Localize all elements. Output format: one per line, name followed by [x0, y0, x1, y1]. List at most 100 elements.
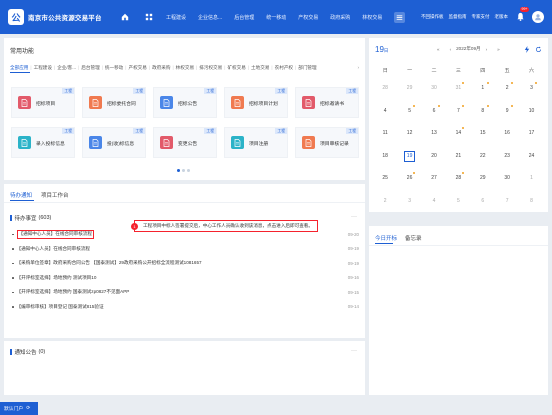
calendar-day-cell[interactable]: 17 [519, 125, 543, 148]
todo-text[interactable]: 【采购单位签章】政府采购合同公告 【国泰测试】29政府采购公开招标全流程测试10… [17, 260, 202, 266]
menu-icon[interactable] [394, 11, 406, 23]
calendar-day-cell[interactable]: 18 [373, 148, 397, 171]
nav-mobile[interactable]: 统一移动 [266, 14, 286, 21]
calendar-day-cell[interactable]: 1 [471, 80, 495, 103]
nav-backend[interactable]: 后台管理 [234, 14, 254, 21]
month-label[interactable]: 2022年09月 [456, 46, 481, 52]
calendar-day-cell[interactable]: 2 [495, 80, 519, 103]
calendar-day-cell[interactable]: 8 [519, 193, 543, 216]
todo-item[interactable]: 【通知中心人员】在线合同审核流程 09-19 [10, 242, 359, 257]
todo-item[interactable]: 【采购单位签章】政府采购合同公告 【国泰测试】29政府采购公开招标全流程测试10… [10, 256, 359, 271]
tab-memo[interactable]: 备忘录 [405, 234, 422, 242]
tab-today-bids[interactable]: 今日开标 [375, 234, 397, 242]
function-card[interactable]: 工程 项目注册 [224, 127, 288, 158]
calendar-day-cell[interactable]: 6 [422, 103, 446, 126]
cat-tab[interactable]: 林权交易 [176, 65, 194, 71]
cat-tab[interactable]: 后台管理 [81, 65, 99, 71]
calendar-day-cell[interactable]: 21 [446, 148, 470, 171]
function-card[interactable]: 工程 招标项目计划 [224, 87, 288, 118]
nav-forest[interactable]: 林权交易 [362, 14, 382, 21]
calendar-day-cell[interactable]: 4 [422, 193, 446, 216]
function-card[interactable]: 工程 招标项目 [11, 87, 75, 118]
todo-item[interactable]: 【开评标室选择】场地预约 国泰测试zp0827不见面APP 09-15 [10, 285, 359, 300]
calendar-day-cell[interactable]: 28 [446, 170, 470, 193]
calendar-day-cell[interactable]: 31 [446, 80, 470, 103]
double-chevron-right-icon[interactable]: » [497, 47, 500, 52]
calendar-day-cell[interactable]: 16 [495, 125, 519, 148]
function-card[interactable]: 工程 录入投标信息 [11, 127, 75, 158]
calendar-day-cell[interactable]: 3 [519, 80, 543, 103]
todo-text[interactable]: 【通知中心人员】在线合同审核流程 [17, 246, 91, 252]
cat-tab[interactable]: 工程建设 [34, 65, 52, 71]
calendar-day-cell[interactable]: 23 [495, 148, 519, 171]
refresh-icon[interactable]: ⟳ [26, 406, 30, 411]
refresh-icon[interactable] [535, 46, 542, 55]
calendar-day-cell[interactable]: 1 [519, 170, 543, 193]
calendar-day-cell[interactable]: 15 [471, 125, 495, 148]
calendar-day-cell[interactable]: 29 [397, 80, 421, 103]
calendar-day-cell[interactable]: 22 [471, 148, 495, 171]
calendar-day-cell[interactable]: 13 [422, 125, 446, 148]
calendar-day-cell[interactable]: 24 [519, 148, 543, 171]
logo[interactable]: 公 [8, 9, 24, 25]
bell-icon[interactable]: 99+ [516, 7, 529, 22]
function-card[interactable]: 工程 投(收)标信息 [82, 127, 146, 158]
cat-tab[interactable]: 农村产权 [275, 65, 293, 71]
cat-tab[interactable]: 全部应用 [10, 65, 28, 71]
calendar-day-cell[interactable]: 27 [422, 170, 446, 193]
home-icon[interactable] [118, 10, 132, 24]
carousel-dot[interactable] [187, 169, 190, 172]
calendar-day-cell[interactable]: 4 [373, 103, 397, 126]
todo-item[interactable]: 【开评标室选择】场地预约 测试项目10 09-16 [10, 271, 359, 286]
calendar-day-cell[interactable]: 26 [397, 170, 421, 193]
calendar-day-cell[interactable]: 10 [519, 103, 543, 126]
nav-property[interactable]: 产权交易 [298, 14, 318, 21]
calendar-day-cell[interactable]: 30 [422, 80, 446, 103]
calendar-day-cell[interactable]: 7 [446, 103, 470, 126]
calendar-day-cell[interactable]: 25 [373, 170, 397, 193]
link-ops[interactable]: 不回操作板 [421, 14, 444, 20]
calendar-day-cell[interactable]: 30 [495, 170, 519, 193]
cat-tab[interactable]: 企业/客... [57, 65, 76, 71]
function-card[interactable]: 工程 招标委托合同 [82, 87, 146, 118]
tab-project-workbench[interactable]: 项目工作台 [41, 191, 69, 199]
function-card[interactable]: 工程 变更公告 [153, 127, 217, 158]
tab-notifications[interactable]: 待办通知 [10, 191, 32, 199]
calendar-day-cell[interactable]: 6 [471, 193, 495, 216]
calendar-day-cell[interactable]: 7 [495, 193, 519, 216]
function-card[interactable]: 工程 项目审核记录 [295, 127, 359, 158]
calendar-today[interactable]: 19 [397, 148, 421, 171]
double-chevron-left-icon[interactable]: « [437, 47, 440, 52]
cat-tab[interactable]: 政府采购 [152, 65, 170, 71]
link-guide[interactable]: 监督指南 [449, 14, 467, 20]
default-portal-tab[interactable]: 默认门户 ⟳ [0, 402, 38, 415]
todo-item[interactable]: 【编审标审核】项目登记 国泰测试815验证 09-14 [10, 300, 359, 315]
carousel-dot[interactable] [182, 169, 185, 172]
calendar-day-cell[interactable]: 5 [397, 103, 421, 126]
nav-enterprise[interactable]: 企业信息... [198, 14, 222, 21]
link-old-version[interactable]: 老版本 [495, 14, 509, 20]
function-card[interactable]: 工程 招标公告 [153, 87, 217, 118]
calendar-day-cell[interactable]: 20 [422, 148, 446, 171]
more-icon[interactable]: ··· [351, 348, 357, 354]
calendar-day-cell[interactable]: 12 [397, 125, 421, 148]
nav-procurement[interactable]: 政府采购 [330, 14, 350, 21]
chevron-left-icon[interactable]: ‹ [450, 47, 452, 52]
more-icon[interactable]: ··· [351, 214, 357, 220]
avatar[interactable] [532, 11, 544, 23]
todo-text[interactable]: 【编审标审核】项目登记 国泰测试815验证 [17, 304, 104, 310]
todo-text[interactable]: 【开评标室选择】场地预约 测试项目10 [17, 275, 97, 281]
carousel-dot[interactable] [177, 169, 180, 172]
cat-tab[interactable]: 部门管理 [298, 65, 316, 71]
calendar-day-cell[interactable]: 29 [471, 170, 495, 193]
calendar-day-cell[interactable]: 5 [446, 193, 470, 216]
function-card[interactable]: 工程 招标邀请书 [295, 87, 359, 118]
cat-tab[interactable]: 排污权交易 [199, 65, 222, 71]
calendar-day-cell[interactable]: 9 [495, 103, 519, 126]
grid-icon[interactable] [142, 10, 156, 24]
cat-tab[interactable]: 土地交易 [251, 65, 269, 71]
lightning-icon[interactable] [524, 46, 530, 55]
cat-tab[interactable]: 矿权交易 [227, 65, 245, 71]
todo-text[interactable]: 【通知中心人员】在线合同审核流程 [16, 229, 95, 239]
nav-engineering[interactable]: 工程建设 [166, 14, 186, 21]
